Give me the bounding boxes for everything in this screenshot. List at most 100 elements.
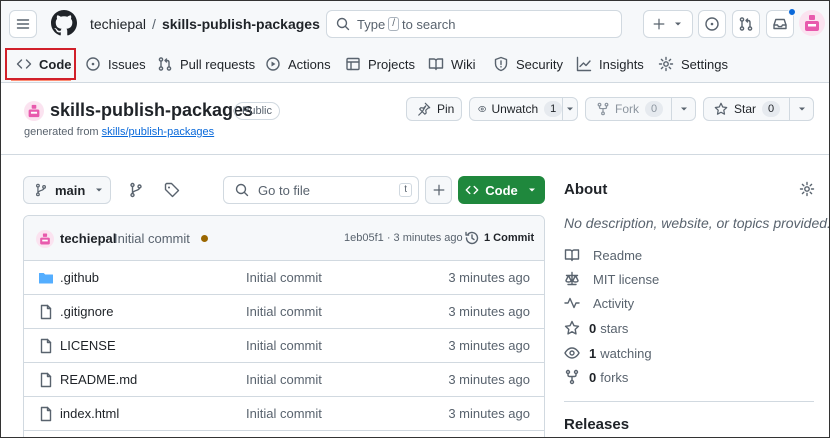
- star-dropdown[interactable]: [789, 97, 813, 121]
- table-row[interactable]: .github Initial commit 3 minutes ago: [24, 261, 544, 295]
- latest-commit-bar: techiepal Initial commit 1eb05f1 · 3 min…: [24, 216, 544, 261]
- search-icon: [235, 183, 249, 197]
- forks-label: forks: [600, 369, 629, 385]
- menu-button[interactable]: [9, 10, 37, 38]
- pull-requests-button[interactable]: [732, 10, 760, 38]
- license-link[interactable]: MIT license: [564, 270, 659, 288]
- repo-title[interactable]: skills-publish-packages: [50, 100, 253, 121]
- issues-button[interactable]: [698, 10, 726, 38]
- search-suffix: to search: [401, 16, 456, 32]
- watchers-link[interactable]: 1 watching: [564, 344, 652, 362]
- pulse-icon: [564, 297, 580, 309]
- file-name[interactable]: .gitignore: [60, 304, 113, 319]
- commit-count: 1 Commit: [484, 232, 535, 244]
- watchers-count: 1: [589, 345, 597, 361]
- breadcrumb-repo[interactable]: skills-publish-packages: [162, 16, 320, 32]
- code-dropdown-button[interactable]: Code: [458, 176, 545, 204]
- file-name[interactable]: README.md: [60, 372, 137, 387]
- tab-projects[interactable]: Projects: [345, 51, 415, 77]
- tab-insights-label: Insights: [599, 56, 644, 72]
- file-name[interactable]: LICENSE: [60, 338, 116, 353]
- license-label: MIT license: [593, 271, 660, 287]
- commit-history-link[interactable]: 1 Commit: [464, 230, 534, 246]
- watchers-label: watching: [600, 345, 652, 361]
- table-row[interactable]: LICENSE Initial commit 3 minutes ago: [24, 329, 544, 363]
- commit-status-indicator[interactable]: [201, 235, 208, 242]
- notification-dot: [788, 8, 796, 16]
- branch-selector[interactable]: main: [23, 176, 111, 204]
- tags-button[interactable]: [164, 182, 180, 198]
- search-input[interactable]: Type / to search: [326, 10, 622, 38]
- user-avatar[interactable]: [799, 10, 825, 36]
- commit-message[interactable]: Initial commit: [114, 231, 190, 246]
- file-commit-message[interactable]: Initial commit: [246, 406, 322, 421]
- repository-header: skills-publish-packages Public generated…: [1, 83, 829, 155]
- commit-author-avatar[interactable]: [36, 230, 54, 248]
- readme-link[interactable]: Readme: [564, 246, 642, 264]
- tab-actions-label: Actions: [288, 56, 331, 72]
- releases-heading[interactable]: Releases: [564, 416, 629, 433]
- tab-settings[interactable]: Settings: [658, 51, 728, 77]
- tab-insights[interactable]: Insights: [576, 51, 644, 77]
- star-label: Star: [734, 102, 757, 116]
- generated-from-prefix: generated from: [24, 126, 99, 138]
- breadcrumb: techiepal / skills-publish-packages: [90, 16, 320, 32]
- tab-security[interactable]: Security: [493, 51, 563, 77]
- go-to-file-placeholder: Go to file: [258, 182, 311, 198]
- activity-link[interactable]: Activity: [564, 294, 634, 312]
- file-name[interactable]: index.html: [60, 406, 119, 421]
- table-row[interactable]: .gitignore Initial commit 3 minutes ago: [24, 295, 544, 329]
- history-icon: [465, 231, 479, 245]
- template-link[interactable]: skills/publish-packages: [102, 126, 215, 138]
- file-commit-time: 3 minutes ago: [448, 304, 530, 319]
- triangle-down-icon: [798, 107, 805, 111]
- github-logo-icon[interactable]: [51, 10, 77, 36]
- generated-from-note: generated from skills/publish-packages: [24, 126, 214, 138]
- watch-dropdown[interactable]: [562, 97, 577, 121]
- tab-issues[interactable]: Issues: [85, 51, 146, 77]
- book-icon: [564, 249, 580, 262]
- go-to-file-input[interactable]: Go to file t: [223, 176, 419, 204]
- code-button-label: Code: [485, 182, 518, 198]
- forks-link[interactable]: 0 forks: [564, 368, 628, 386]
- add-file-button[interactable]: [425, 176, 452, 204]
- repo-forked-icon: [597, 102, 609, 116]
- breadcrumb-owner[interactable]: techiepal: [90, 16, 146, 32]
- fork-label: Fork: [615, 102, 639, 116]
- issue-opened-icon: [705, 17, 719, 31]
- repo-forked-icon: [565, 369, 579, 385]
- stars-link[interactable]: 0 stars: [564, 319, 628, 337]
- branches-button[interactable]: [128, 182, 144, 198]
- graph-icon: [576, 56, 592, 72]
- file-browser: techiepal Initial commit 1eb05f1 · 3 min…: [23, 215, 545, 437]
- commit-sha-time[interactable]: 1eb05f1 · 3 minutes ago: [344, 232, 463, 244]
- tab-security-label: Security: [516, 56, 563, 72]
- tab-pull-requests[interactable]: Pull requests: [157, 51, 255, 77]
- commit-author[interactable]: techiepal: [60, 231, 116, 246]
- about-divider: [564, 401, 814, 402]
- tab-issues-label: Issues: [108, 56, 146, 72]
- file-commit-message[interactable]: Initial commit: [246, 270, 322, 285]
- create-new-button[interactable]: [643, 10, 693, 38]
- file-name[interactable]: .github: [60, 270, 99, 285]
- table-row[interactable]: index.html Initial commit 3 minutes ago: [24, 397, 544, 431]
- file-commit-message[interactable]: Initial commit: [246, 304, 322, 319]
- play-icon: [266, 57, 280, 71]
- table-row[interactable]: README.md Initial commit 3 minutes ago: [24, 363, 544, 397]
- inbox-button[interactable]: [766, 8, 796, 38]
- folder-icon: [39, 273, 53, 284]
- file-commit-time: 3 minutes ago: [448, 406, 530, 421]
- triangle-down-icon: [528, 188, 535, 192]
- stars-count: 0: [589, 320, 597, 336]
- tab-actions[interactable]: Actions: [265, 51, 331, 77]
- fork-button[interactable]: Fork 0: [585, 97, 696, 121]
- tab-wiki[interactable]: Wiki: [428, 51, 476, 77]
- eye-icon: [564, 347, 580, 359]
- fork-dropdown[interactable]: [671, 97, 695, 121]
- star-button[interactable]: Star 0: [703, 97, 814, 121]
- edit-about-button[interactable]: [799, 181, 815, 197]
- file-commit-message[interactable]: Initial commit: [246, 338, 322, 353]
- pin-button[interactable]: Pin: [406, 97, 462, 121]
- watch-button[interactable]: Unwatch 1: [469, 97, 578, 121]
- file-commit-message[interactable]: Initial commit: [246, 372, 322, 387]
